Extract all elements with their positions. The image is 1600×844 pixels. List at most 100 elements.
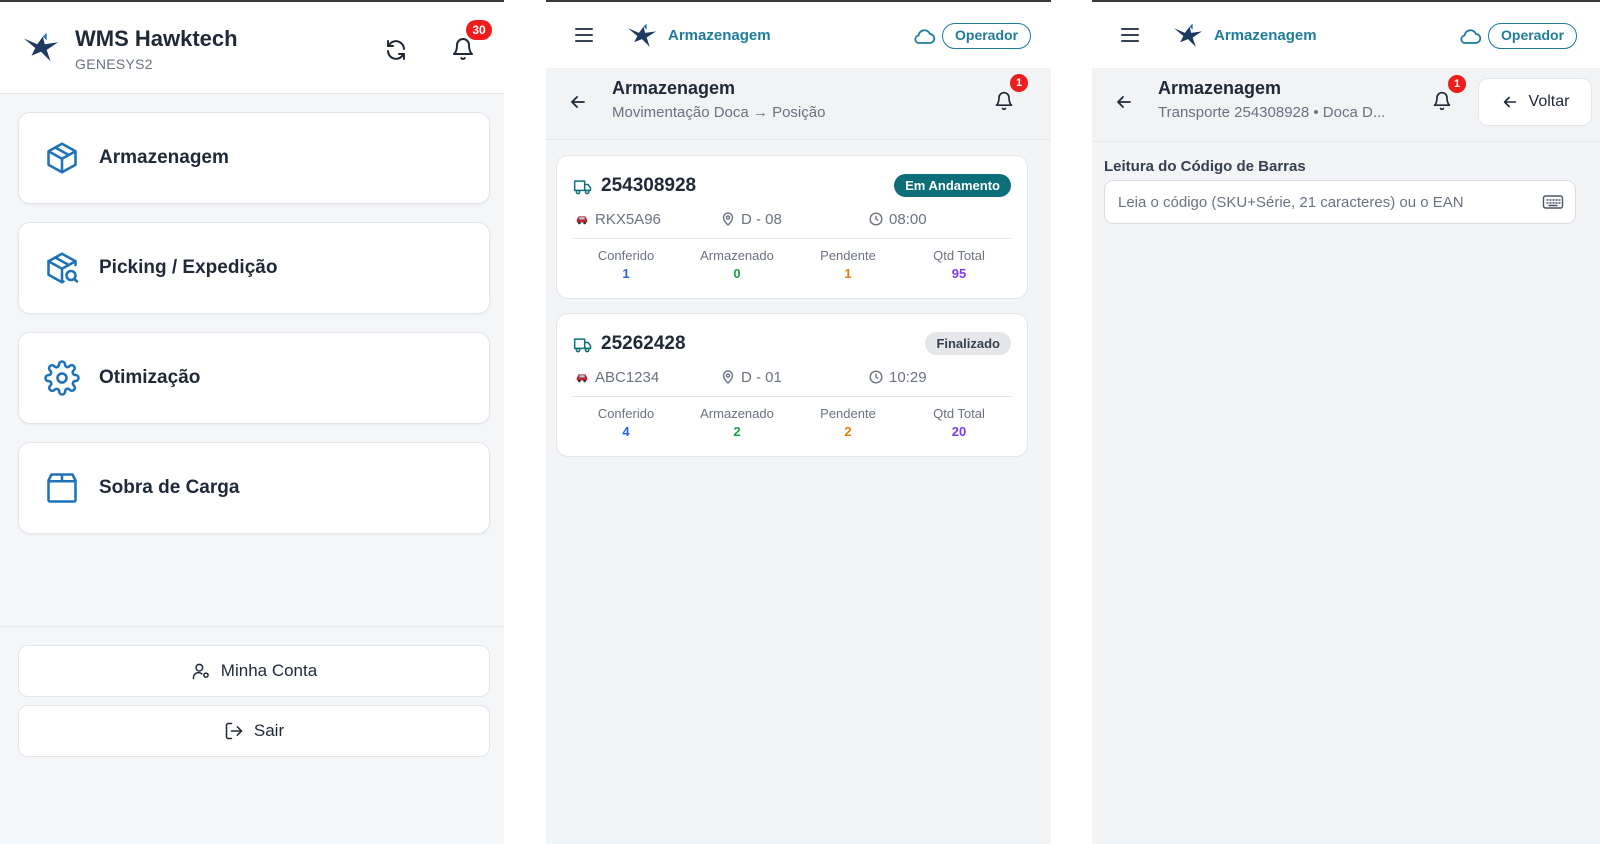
status-badge: Finalizado — [925, 332, 1011, 355]
transport-id: 25262428 — [601, 333, 686, 354]
time: 10:29 — [869, 367, 927, 387]
divider — [573, 396, 1011, 397]
home-footer: Minha Conta Sair — [0, 626, 504, 844]
my-account-label: Minha Conta — [220, 661, 318, 680]
menu-label: Otimização — [99, 367, 201, 388]
menu-card-sobra[interactable]: Sobra de Carga — [18, 442, 490, 534]
barcode-scan-screen: Armazenagem Operador Armazenagem Transpo… — [1092, 0, 1600, 844]
plate-text: ABC1234 — [595, 368, 660, 386]
stat-value: 2 — [733, 424, 741, 439]
page-subtitle: Transporte 254308928 • Doca D... — [1158, 104, 1386, 121]
stat-qtd-total: Qtd Total 20 — [904, 406, 1014, 439]
time-text: 10:29 — [889, 368, 927, 386]
logout-icon — [225, 722, 243, 740]
stat-label: Conferido — [597, 248, 655, 263]
stat-pendente: Pendente 2 — [793, 406, 903, 439]
stat-label: Pendente — [820, 406, 876, 421]
top-bar: Armazenagem Operador — [1092, 2, 1600, 68]
barcode-input[interactable] — [1104, 180, 1576, 224]
stat-value: 95 — [951, 266, 967, 281]
map-pin-icon — [722, 370, 734, 384]
stat-label: Qtd Total — [933, 248, 985, 263]
stat-label: Conferido — [597, 406, 655, 421]
box-icon — [47, 142, 77, 174]
menu-label: Armazenagem — [99, 147, 229, 168]
keyboard-icon[interactable] — [1542, 192, 1564, 212]
refresh-icon[interactable] — [384, 38, 408, 62]
vehicle-plate: RKX5A96 — [575, 209, 661, 229]
hawk-logo-icon — [1174, 23, 1202, 47]
stat-conferido: Conferido 4 — [571, 406, 681, 439]
truck-icon — [573, 338, 592, 353]
environment-label: GENESYS2 — [75, 56, 153, 72]
stat-label: Pendente — [820, 248, 876, 263]
stat-conferido: Conferido 1 — [571, 248, 681, 281]
stat-pendente: Pendente 1 — [793, 248, 903, 281]
stat-label: Qtd Total — [933, 406, 985, 421]
notification-badge: 1 — [1448, 75, 1466, 93]
stat-value: 4 — [622, 424, 630, 439]
stat-value: 2 — [844, 424, 852, 439]
divider — [573, 238, 1011, 239]
stat-armazenado: Armazenado 2 — [682, 406, 792, 439]
page-header: Armazenagem Movimentação Doca → Posição … — [546, 68, 1051, 140]
stat-armazenado: Armazenado 0 — [682, 248, 792, 281]
truck-icon — [573, 180, 592, 195]
stat-value: 1 — [622, 266, 630, 281]
dock-text: D - 08 — [741, 210, 782, 228]
menu-card-otimizacao[interactable]: Otimização — [18, 332, 490, 424]
package-icon — [47, 473, 77, 503]
app-title: WMS Hawktech — [75, 26, 238, 51]
car-icon — [576, 216, 588, 225]
menu-label: Sobra de Carga — [99, 477, 240, 498]
topbar-title: Armazenagem — [1214, 27, 1317, 44]
notification-badge: 30 — [466, 20, 492, 40]
stat-qtd-total: Qtd Total 95 — [904, 248, 1014, 281]
home-screen: WMS Hawktech GENESYS2 30 Armazenagem Pic… — [0, 0, 504, 844]
box-search-icon — [47, 252, 79, 284]
menu-card-armazenagem[interactable]: Armazenagem — [18, 112, 490, 204]
hamburger-menu-icon[interactable] — [1120, 26, 1140, 44]
transport-card[interactable]: 254308928 Em Andamento RKX5A96 D - 08 08… — [556, 155, 1028, 299]
hawk-logo-icon — [23, 32, 59, 62]
bell-icon[interactable] — [451, 37, 475, 61]
home-header: WMS Hawktech GENESYS2 30 — [0, 2, 504, 94]
stat-label: Armazenado — [700, 248, 774, 263]
arrow-left-icon[interactable] — [1114, 92, 1134, 112]
stat-value: 1 — [844, 266, 852, 281]
logout-button[interactable]: Sair — [18, 705, 490, 757]
hamburger-menu-icon[interactable] — [574, 26, 594, 44]
transport-card[interactable]: 25262428 Finalizado ABC1234 D - 01 10:29… — [556, 313, 1028, 457]
back-button-label: Voltar — [1528, 93, 1570, 110]
clock-icon — [869, 370, 883, 384]
top-bar: Armazenagem Operador — [546, 2, 1051, 68]
cloud-icon — [914, 29, 936, 44]
dock: D - 08 — [721, 209, 782, 229]
transport-list-screen: Armazenagem Operador Armazenagem Movimen… — [546, 0, 1051, 844]
menu-card-picking[interactable]: Picking / Expedição — [18, 222, 490, 314]
bell-icon[interactable] — [994, 90, 1014, 112]
page-title: Armazenagem — [1158, 78, 1282, 98]
vehicle-plate: ABC1234 — [575, 367, 659, 387]
barcode-label: Leitura do Código de Barras — [1104, 158, 1306, 175]
transport-id: 254308928 — [601, 175, 697, 196]
my-account-button[interactable]: Minha Conta — [18, 645, 490, 697]
stat-label: Armazenado — [700, 406, 774, 421]
time-text: 08:00 — [889, 210, 927, 228]
page-subtitle: Movimentação Doca → Posição — [612, 104, 826, 121]
hawk-logo-icon — [628, 23, 656, 47]
bell-icon[interactable] — [1432, 90, 1452, 112]
logout-label: Sair — [253, 721, 285, 740]
menu-label: Picking / Expedição — [99, 257, 278, 278]
topbar-title: Armazenagem — [668, 27, 771, 44]
arrow-left-icon — [1503, 96, 1516, 108]
operator-badge[interactable]: Operador — [1488, 23, 1578, 49]
clock-icon — [869, 212, 883, 226]
arrow-left-icon[interactable] — [568, 92, 588, 112]
notification-badge: 1 — [1010, 74, 1028, 92]
back-button[interactable]: Voltar — [1478, 78, 1592, 126]
car-icon — [576, 374, 588, 383]
operator-badge[interactable]: Operador — [942, 23, 1032, 49]
page-title: Armazenagem — [612, 78, 736, 98]
dock: D - 01 — [721, 367, 782, 387]
